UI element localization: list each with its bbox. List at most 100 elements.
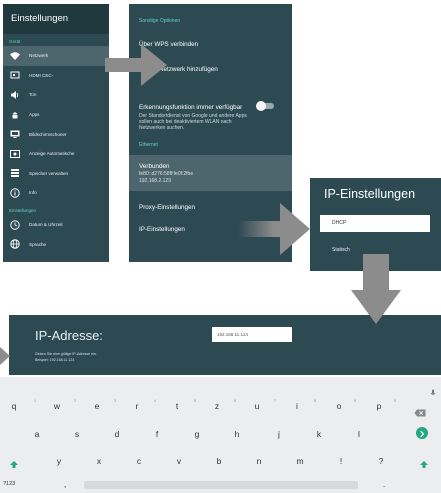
key-y[interactable]: y (52, 456, 66, 466)
sidebar-item-label: Ton (29, 92, 37, 98)
key-w[interactable]: w (50, 401, 64, 411)
key-hint-7: 7 (274, 399, 276, 403)
arrow-to-ip-entry (349, 254, 403, 326)
key-m[interactable]: m (293, 456, 307, 466)
hint-line-1: Geben Sie eine gültige IP-Adresse ein. (35, 352, 97, 356)
key-v[interactable]: v (172, 456, 186, 466)
hint-line-2: Beispiel: 192.168.11.124 (35, 357, 75, 362)
ip-address-input[interactable]: 192.168.11.124 (212, 327, 292, 342)
key-a[interactable]: a (30, 429, 44, 439)
key-u[interactable]: u (250, 401, 264, 411)
key-hint-6: 6 (234, 399, 236, 403)
key-t[interactable]: t (170, 401, 184, 411)
symbols-key[interactable]: ?123 (3, 481, 27, 487)
key-hint-5: 5 (194, 399, 196, 403)
globe-icon (9, 238, 21, 250)
ethernet-connected-item[interactable]: Verbunden fe80::d276:58ff:fe0f:2fbe 192.… (129, 154, 292, 191)
key-hint-3: 3 (114, 399, 116, 403)
android-icon (9, 109, 21, 121)
key-hint-4: 4 (154, 399, 156, 403)
shift-left-icon[interactable] (9, 457, 19, 475)
key-i[interactable]: i (290, 401, 304, 411)
key-hint-1: 1 (34, 399, 36, 403)
key-p[interactable]: p (372, 401, 386, 411)
key-j[interactable]: j (272, 429, 286, 439)
key-hint-8: 8 (314, 399, 316, 403)
key-k[interactable]: k (312, 429, 326, 439)
key-z[interactable]: z (210, 401, 224, 411)
key-exclamation[interactable]: ! (334, 456, 348, 466)
speaker-icon (9, 89, 21, 101)
sidebar-item-language[interactable]: Sprache (3, 234, 109, 254)
connected-title: Verbunden (139, 162, 170, 170)
connected-ipv6: fe80::d276:58ff:fe0f:2fbe (139, 170, 194, 177)
sidebar-item-label: Info (29, 190, 37, 196)
scan-always-toggle[interactable] (256, 101, 274, 111)
display-icon (9, 148, 21, 160)
key-hint-0: 0 (394, 399, 396, 403)
toggle-knob (256, 101, 266, 111)
sidebar-item-hdmi-cec[interactable]: HDMI CEC- (3, 66, 109, 86)
backspace-icon[interactable] (414, 404, 426, 422)
arrow-edge-left (0, 345, 10, 367)
key-hint-2: 2 (74, 399, 76, 403)
connected-ipv4: 192.168.2.129 (139, 177, 171, 184)
sidebar-item-label: Sprache (29, 241, 47, 247)
sidebar-item-info[interactable]: Info (3, 183, 109, 203)
sidebar-item-label: HDMI CEC- (29, 72, 54, 78)
key-s[interactable]: s (70, 429, 84, 439)
key-d[interactable]: d (110, 429, 124, 439)
key-b[interactable]: b (212, 456, 226, 466)
clock-icon (9, 219, 21, 231)
shift-right-icon[interactable] (419, 457, 429, 475)
key-n[interactable]: n (252, 456, 266, 466)
sidebar-item-network[interactable]: Netzwerk (3, 46, 109, 66)
sidebar-item-label: Speicher verwalten (29, 170, 69, 176)
sidebar-item-label: Datum & Uhrzeit (29, 222, 63, 228)
key-f[interactable]: f (150, 429, 164, 439)
sidebar-item-display[interactable]: Anzeige Automatische (3, 144, 109, 164)
mic-icon[interactable] (430, 384, 436, 395)
sidebar-item-label: Bildschirmschoner (29, 131, 67, 137)
key-hint-9: 9 (354, 399, 356, 403)
storage-icon (9, 167, 21, 179)
section-ethernet: Ethernet (139, 141, 158, 148)
scan-always-description: Der Standortdienst von Google und andere… (139, 113, 247, 132)
key-question[interactable]: ? (374, 456, 388, 466)
ip-address-hint: Geben Sie eine gültige IP-Adresse ein. B… (35, 352, 97, 363)
key-x[interactable]: x (92, 456, 106, 466)
static-option[interactable]: Statisch (332, 247, 350, 253)
section-settings-label: Einstellungen (9, 207, 37, 213)
key-o[interactable]: o (332, 401, 346, 411)
hdmi-icon (9, 69, 21, 81)
key-q[interactable]: q (7, 401, 21, 411)
arrow-right-icon (420, 430, 425, 438)
key-g[interactable]: g (190, 429, 204, 439)
key-c[interactable]: c (132, 456, 146, 466)
info-icon (9, 187, 21, 199)
sidebar-item-apps[interactable]: Apps (3, 105, 109, 125)
sidebar-item-date-time[interactable]: Datum & Uhrzeit (3, 215, 109, 235)
screensaver-icon (9, 128, 21, 140)
sidebar-item-label: Netzwerk (29, 53, 49, 59)
enter-key[interactable] (416, 427, 428, 439)
sidebar-item-label: Anzeige Automatische (29, 151, 75, 157)
sidebar-item-storage[interactable]: Speicher verwalten (3, 164, 109, 184)
key-r[interactable]: r (130, 401, 144, 411)
key-l[interactable]: l (352, 429, 366, 439)
sidebar-item-screensaver[interactable]: Bildschirmschoner (3, 124, 109, 144)
section-other-options: Sonstige Optionen (139, 18, 181, 24)
wifi-icon (9, 50, 21, 62)
sidebar-item-sound[interactable]: Ton (3, 85, 109, 105)
section-device-label: Gerät (9, 39, 21, 44)
ip-address-title: IP-Adresse: (35, 328, 103, 343)
settings-panel: Einstellungen Gerät Netzwerk HDMI CEC- T… (3, 4, 109, 262)
settings-title: Einstellungen (3, 4, 109, 34)
key-comma[interactable]: , (58, 479, 72, 489)
space-key[interactable] (84, 481, 358, 489)
dhcp-option[interactable]: DHCP (320, 215, 430, 232)
on-screen-keyboard: q 1 w 2 e 3 r 4 t 5 z 6 u 7 i 8 o 9 p 0 … (0, 377, 441, 493)
key-e[interactable]: e (90, 401, 104, 411)
key-period[interactable]: . (377, 479, 391, 489)
key-h[interactable]: h (230, 429, 244, 439)
